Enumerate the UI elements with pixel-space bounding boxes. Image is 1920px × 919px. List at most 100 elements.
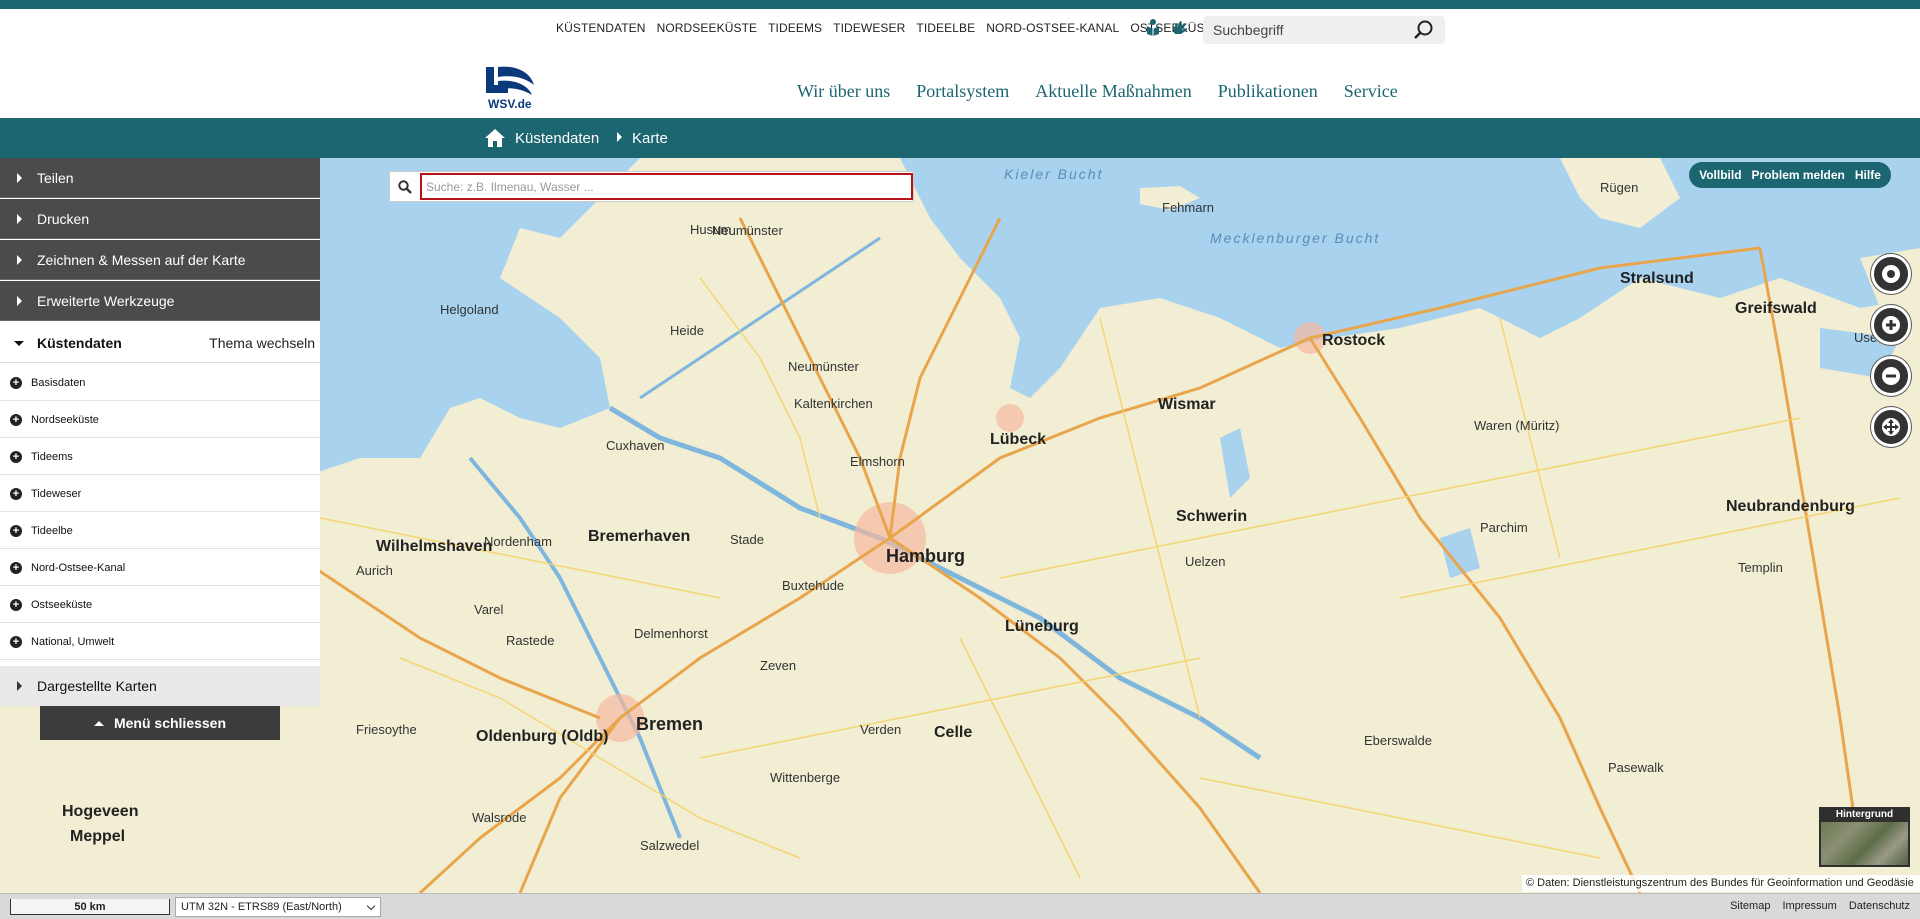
map-search-input[interactable] bbox=[420, 173, 913, 200]
breadcrumb-kuestendaten[interactable]: Küstendaten bbox=[515, 130, 599, 147]
nav-aktuelle-massnahmen[interactable]: Aktuelle Maßnahmen bbox=[1035, 81, 1191, 102]
sitemap-link[interactable]: Sitemap bbox=[1730, 900, 1770, 912]
layer-label: Ostseeküste bbox=[31, 599, 93, 611]
map-label-city: Oldenburg (Oldb) bbox=[476, 728, 609, 745]
site-header: KÜSTENDATEN NORDSEEKÜSTE TIDEEMS TIDEWES… bbox=[0, 9, 1920, 118]
layer-item-ostseekueste[interactable]: + Ostseeküste bbox=[0, 586, 320, 623]
chevron-right-icon bbox=[17, 173, 22, 183]
map-label-town: Meppel bbox=[70, 828, 126, 845]
fullscreen-button[interactable]: Vollbild bbox=[1699, 168, 1741, 182]
toplink-nord-ostsee-kanal[interactable]: NORD-OSTSEE-KANAL bbox=[986, 21, 1119, 35]
map-search bbox=[389, 171, 914, 202]
expand-plus-icon[interactable]: + bbox=[10, 562, 22, 574]
layer-item-tideelbe[interactable]: + Tideelbe bbox=[0, 512, 320, 549]
pan-icon bbox=[1882, 418, 1900, 436]
tool-zeichnen-messen[interactable]: Zeichnen & Messen auf der Karte bbox=[0, 240, 320, 280]
map-label-city: Rostock bbox=[1322, 332, 1386, 349]
background-thumbnail bbox=[1821, 822, 1908, 865]
map-label-town: Kaltenkirchen bbox=[794, 396, 873, 411]
layer-label: Basisdaten bbox=[31, 377, 86, 389]
expand-plus-icon[interactable]: + bbox=[10, 377, 22, 389]
expand-plus-icon[interactable]: + bbox=[10, 488, 22, 500]
impressum-link[interactable]: Impressum bbox=[1782, 900, 1836, 912]
site-search bbox=[1203, 16, 1445, 44]
zoom-out-icon bbox=[1882, 367, 1900, 385]
toplink-tideelbe[interactable]: TIDEELBE bbox=[916, 21, 975, 35]
nav-wir-ueber-uns[interactable]: Wir über uns bbox=[797, 81, 890, 102]
expand-plus-icon[interactable]: + bbox=[10, 525, 22, 537]
home-icon[interactable] bbox=[484, 128, 506, 148]
pan-button[interactable] bbox=[1871, 407, 1911, 447]
map-label-city: Hamburg bbox=[886, 546, 966, 566]
nav-portalsystem[interactable]: Portalsystem bbox=[916, 81, 1009, 102]
side-panel: Teilen Drucken Zeichnen & Messen auf der… bbox=[0, 158, 320, 706]
tool-drucken[interactable]: Drucken bbox=[0, 199, 320, 239]
map-label-town: Templin bbox=[1738, 560, 1783, 575]
locate-icon bbox=[1882, 265, 1900, 283]
background-switcher[interactable]: Hintergrund bbox=[1819, 807, 1910, 867]
expand-plus-icon[interactable]: + bbox=[10, 451, 22, 463]
map-label-town: Walsrode bbox=[472, 810, 527, 825]
zoom-in-button[interactable] bbox=[1871, 305, 1911, 345]
map-label-sea: Mecklenburger Bucht bbox=[1210, 230, 1381, 246]
map-label-city: Stralsund bbox=[1620, 270, 1694, 287]
shown-maps-item[interactable]: Dargestellte Karten bbox=[0, 666, 320, 706]
map-label-town: Parchim bbox=[1480, 520, 1528, 535]
layer-label: Tideweser bbox=[31, 488, 82, 500]
chevron-right-icon bbox=[17, 214, 22, 224]
toplink-tideweser[interactable]: TIDEWESER bbox=[833, 21, 905, 35]
chevron-right-icon bbox=[17, 255, 22, 265]
nav-service[interactable]: Service bbox=[1344, 81, 1398, 102]
layer-label: Nordseeküste bbox=[31, 414, 99, 426]
map-label-town: Neumünster bbox=[788, 359, 859, 374]
map-label-town: Delmenhorst bbox=[634, 626, 708, 641]
sign-language-icon[interactable] bbox=[1170, 17, 1190, 37]
chevron-right-icon bbox=[17, 681, 22, 691]
close-menu-button[interactable]: Menü schliessen bbox=[40, 706, 280, 740]
top-stripe bbox=[0, 0, 1920, 9]
layer-item-nord-ostsee-kanal[interactable]: + Nord-Ostsee-Kanal bbox=[0, 549, 320, 586]
breadcrumb-karte: Karte bbox=[632, 130, 668, 147]
map-label-town: Salzwedel bbox=[640, 838, 700, 853]
layer-item-nordseekueste[interactable]: + Nordseeküste bbox=[0, 401, 320, 438]
map-label-town: Waren (Müritz) bbox=[1474, 418, 1560, 433]
nav-publikationen[interactable]: Publikationen bbox=[1218, 81, 1318, 102]
map-label-town: Aurich bbox=[356, 563, 393, 578]
locate-button[interactable] bbox=[1871, 254, 1911, 294]
map-label-city: Greifswald bbox=[1735, 300, 1817, 317]
easy-language-icon[interactable] bbox=[1143, 17, 1163, 37]
map-attribution: © Daten: Dienstleistungszentrum des Bund… bbox=[1522, 875, 1920, 892]
help-button[interactable]: Hilfe bbox=[1855, 168, 1881, 182]
chevron-down-icon bbox=[14, 341, 24, 346]
map-label-city: Bremen bbox=[636, 714, 704, 734]
map-label-town: Fehmarn bbox=[1162, 200, 1215, 215]
toplink-kuestendaten[interactable]: KÜSTENDATEN bbox=[556, 21, 646, 35]
main-navigation: Wir über uns Portalsystem Aktuelle Maßna… bbox=[797, 81, 1398, 102]
switch-theme-link[interactable]: Thema wechseln bbox=[209, 335, 315, 351]
tool-erweiterte-werkzeuge[interactable]: Erweiterte Werkzeuge bbox=[0, 281, 320, 321]
map-label-sea: Kieler Bucht bbox=[1004, 166, 1104, 182]
theme-header[interactable]: Küstendaten Thema wechseln bbox=[0, 323, 320, 363]
close-menu-label: Menü schliessen bbox=[113, 715, 227, 731]
layer-item-tideems[interactable]: + Tideems bbox=[0, 438, 320, 475]
toplink-nordseekueste[interactable]: NORDSEEKÜSTE bbox=[657, 21, 758, 35]
logo-text: WSV.de bbox=[488, 97, 532, 111]
map-label-town: Cuxhaven bbox=[606, 438, 665, 453]
search-icon[interactable] bbox=[1413, 19, 1435, 41]
layer-item-national-umwelt[interactable]: + National, Umwelt bbox=[0, 623, 320, 660]
report-problem-button[interactable]: Problem melden bbox=[1752, 168, 1845, 182]
site-search-input[interactable] bbox=[1213, 22, 1403, 38]
zoom-out-button[interactable] bbox=[1871, 356, 1911, 396]
expand-plus-icon[interactable]: + bbox=[10, 636, 22, 648]
expand-plus-icon[interactable]: + bbox=[10, 599, 22, 611]
expand-plus-icon[interactable]: + bbox=[10, 414, 22, 426]
map-label-city: Lüneburg bbox=[1005, 618, 1079, 635]
map-search-icon[interactable] bbox=[390, 172, 420, 201]
toplink-tideems[interactable]: TIDEEMS bbox=[768, 21, 822, 35]
chevron-right-icon bbox=[17, 296, 22, 306]
datenschutz-link[interactable]: Datenschutz bbox=[1849, 900, 1910, 912]
layer-item-tideweser[interactable]: + Tideweser bbox=[0, 475, 320, 512]
tool-teilen[interactable]: Teilen bbox=[0, 158, 320, 198]
projection-select[interactable]: UTM 32N - ETRS89 (East/North) bbox=[175, 897, 381, 917]
layer-item-basisdaten[interactable]: + Basisdaten bbox=[0, 364, 320, 401]
